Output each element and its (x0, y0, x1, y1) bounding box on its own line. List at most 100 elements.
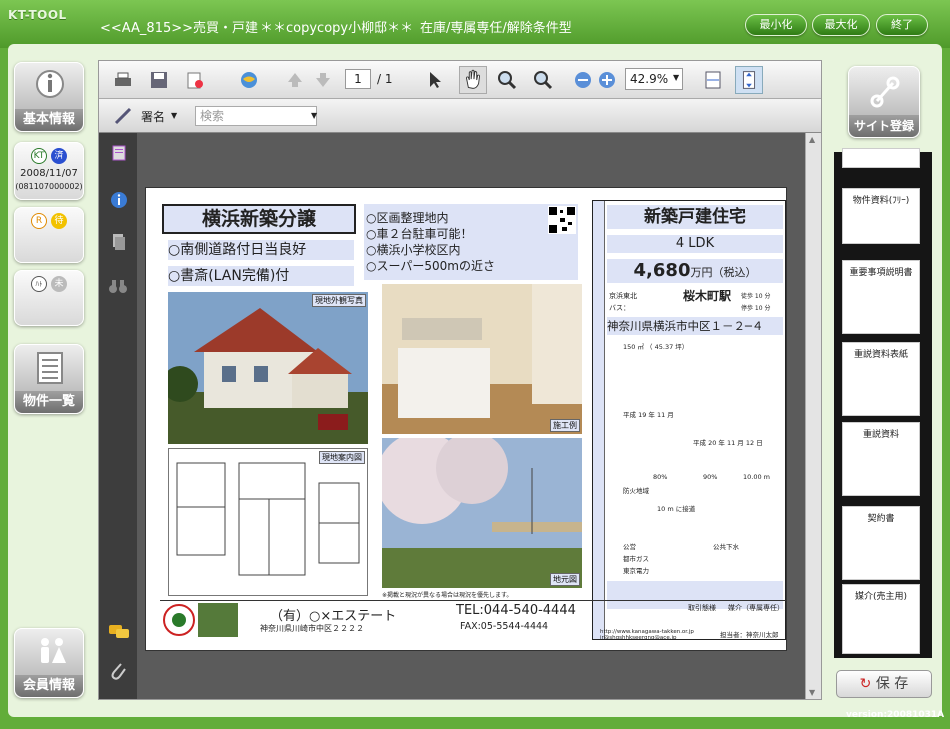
pages-icon[interactable] (111, 145, 127, 161)
status-card-r[interactable]: R 待 (14, 207, 84, 263)
info-circle-icon[interactable] (110, 191, 128, 209)
exterior-photo: 現地外観写真 (168, 292, 368, 444)
thumbnail-4[interactable]: 重説資料 (842, 422, 920, 496)
record-date: 2008/11/07 (20, 168, 78, 179)
fit-width-icon[interactable] (703, 70, 723, 90)
save-label: 保 存 (875, 676, 909, 692)
attachments-pages-icon[interactable] (110, 233, 128, 251)
maximize-button[interactable]: 最大化 (812, 14, 870, 36)
coverage-ratio: 80% (653, 473, 668, 481)
hand-tool-icon[interactable] (459, 66, 487, 94)
company-tel: TEL:044-540-4444 (456, 603, 576, 618)
export-icon[interactable] (185, 70, 205, 90)
sign-dropdown-icon[interactable]: ▼ (171, 111, 177, 120)
comments-icon[interactable] (108, 623, 130, 641)
breadcrumb-record: <<AA_815>>売買・戸建 (100, 21, 259, 36)
app-logo: KT-TOOL (8, 8, 67, 22)
thumbnail-2-label: 重要事項説明書 (849, 268, 913, 278)
next-page-icon[interactable] (313, 70, 333, 90)
walk-time: 徒歩 10 分 (741, 293, 771, 300)
vertical-scrollbar[interactable]: ▲ ▼ (805, 133, 821, 699)
page-number-input[interactable]: 1 (345, 69, 371, 89)
land-area: 150 ㎡ （ 45.37 坪） (623, 343, 689, 351)
zoom-dropdown-icon[interactable]: ▼ (673, 73, 679, 82)
viewer-toolbar-secondary: 署名 ▼ 検索 ▼ (99, 99, 821, 133)
property-flyer-page: 横浜新築分譲 ○南側道路付日当良好 ○書斎(LAN完備)付 ○区画整理地内 ○車… (145, 187, 787, 651)
paperclip-icon[interactable] (109, 659, 127, 681)
headline: 横浜新築分譲 (162, 204, 356, 234)
status-card-kt[interactable]: KT 済 2008/11/07 (081107000002) (14, 142, 84, 200)
interior-photo-label: 施工例 (550, 419, 580, 432)
thumbnail-3[interactable]: 重説資料表紙 (842, 342, 920, 416)
viewer-toolbar: 1 / 1 42.9% ▼ (99, 61, 821, 99)
neighborhood-photo: 地元図 (382, 438, 582, 588)
thumbnail-2[interactable]: 重要事項説明書 (842, 260, 920, 334)
feature-1: ○区画整理地内 (366, 211, 449, 225)
sign-menu[interactable]: 署名 (141, 108, 165, 125)
r-badge: R (31, 213, 47, 229)
qr-code-image (548, 206, 576, 234)
company-name: （有）○×エステート (270, 609, 397, 624)
status-card-ha[interactable]: ﾊﾄ 未 (14, 270, 84, 326)
thumbnail-5[interactable]: 契約書 (842, 506, 920, 580)
floor-plan-image: 現地案内図 (168, 448, 368, 596)
thumbnail-5-label: 契約書 (867, 514, 895, 524)
globe-icon[interactable] (239, 70, 259, 90)
save-button[interactable]: ↻ 保 存 (836, 670, 932, 698)
disclaimer-note: ※掲載と現況が異なる場合は現況を優先します。 (382, 592, 513, 599)
table-side-header (593, 201, 605, 639)
breadcrumb-name: ＊＊copycopy小柳邸＊＊ (260, 21, 414, 36)
company-address: 神奈川県川崎市中区２２２２ (260, 624, 364, 633)
record-id: (081107000002) (15, 182, 83, 191)
select-cursor-icon[interactable] (425, 70, 445, 90)
zoom-in-icon[interactable] (597, 70, 617, 90)
site-register-button[interactable]: サイト登録 (848, 66, 920, 138)
electricity: 東京電力 (623, 567, 649, 575)
thumbnail-4-label: 重説資料 (862, 430, 899, 440)
sewer: 公共下水 (713, 543, 739, 551)
site-register-label: サイト登録 (849, 115, 919, 137)
thumbnail-1[interactable]: 物件資料(ﾌﾘｰ) (842, 188, 920, 244)
marquee-zoom-icon[interactable] (497, 70, 517, 90)
details-table: 新築戸建住宅 4 LDK 4,680万円（税込） 京浜東北 桜木町駅 徒歩 10… (592, 200, 786, 640)
bus-line: バス： (609, 304, 630, 312)
binoculars-icon[interactable] (108, 277, 128, 295)
road-frontage: 10 m に接道 (657, 505, 696, 513)
people-icon (41, 638, 66, 663)
deal-type: 媒介（専属専任） (728, 604, 784, 612)
sign-pen-icon[interactable] (113, 106, 133, 126)
done-badge: 済 (51, 148, 67, 164)
member-info-button[interactable]: 会員情報 (14, 628, 84, 698)
minimize-button[interactable]: 最小化 (745, 14, 807, 36)
print-icon[interactable] (113, 70, 133, 90)
exit-button[interactable]: 終了 (876, 14, 928, 36)
save-disk-icon[interactable] (149, 70, 169, 90)
property-list-button[interactable]: 物件一覧 (14, 344, 84, 414)
company-photo (198, 603, 238, 637)
interior-photo: 施工例 (382, 284, 582, 434)
nearest-station: 桜木町駅 (683, 289, 732, 303)
bus-walk: 停歩 10 分 (741, 305, 771, 312)
ready-date: 平成 20 年 11 月 12 日 (693, 439, 763, 447)
floor-area-ratio: 90% (703, 473, 718, 481)
save-icon: ↻ (859, 676, 872, 692)
gas-supply: 都市ガス (623, 555, 649, 563)
thumbnail-1-label: 物件資料(ﾌﾘｰ) (852, 196, 910, 206)
water-supply: 公営 (623, 543, 636, 551)
breadcrumb-status: 在庫/専属専任/解除条件型 (420, 21, 572, 36)
search-input[interactable]: 検索 (195, 106, 317, 126)
dynamic-zoom-icon[interactable] (533, 70, 553, 90)
zoom-out-icon[interactable] (573, 70, 593, 90)
point-1: ○南側道路付日当良好 (168, 240, 354, 260)
prev-page-icon[interactable] (285, 70, 305, 90)
fit-page-icon[interactable] (735, 66, 763, 94)
agent-name: 担当者：神奈川太郎 (720, 631, 779, 639)
exterior-photo-label: 現地外観写真 (312, 294, 366, 307)
navigation-pane (99, 133, 137, 699)
basic-info-button[interactable]: 基本情報 (14, 62, 84, 132)
search-dropdown-icon[interactable]: ▼ (311, 111, 317, 120)
thumbnail-6[interactable]: 媒介(売主用) (842, 584, 920, 654)
member-info-label: 会員情報 (15, 675, 83, 697)
thumbnail-0[interactable] (842, 148, 920, 168)
not-yet-badge: 未 (51, 276, 67, 292)
